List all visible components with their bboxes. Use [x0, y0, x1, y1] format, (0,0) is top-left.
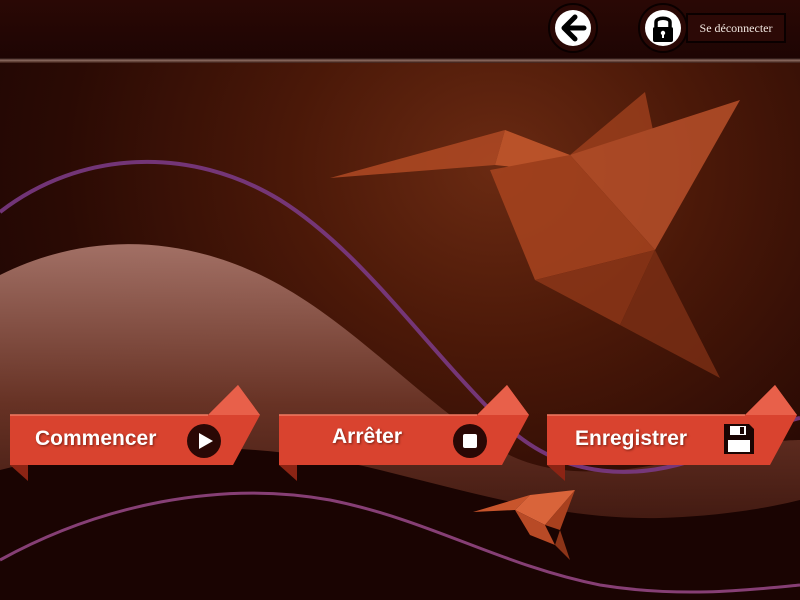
logout-button[interactable]: Se déconnecter — [686, 13, 786, 43]
start-button-label: Commencer — [35, 427, 157, 450]
save-button-label: Enregistrer — [575, 427, 688, 450]
play-icon — [187, 424, 221, 458]
stop-button[interactable]: Arrêter — [277, 385, 532, 485]
padlock-icon — [645, 10, 681, 46]
ribbon-shape — [279, 385, 529, 481]
start-button[interactable]: Commencer — [8, 385, 263, 485]
stop-icon — [453, 424, 487, 458]
background-artwork — [0, 92, 800, 600]
app-screen: Se déconnecter Commencer Arrêter Enregis… — [0, 0, 800, 600]
top-divider — [0, 58, 800, 63]
arrow-left-icon — [555, 10, 591, 46]
stop-button-label: Arrêter — [332, 425, 403, 448]
back-button[interactable] — [548, 3, 598, 53]
origami-bird-large — [330, 92, 740, 378]
save-button[interactable]: Enregistrer — [545, 385, 800, 485]
floppy-disk-icon — [724, 424, 754, 454]
lock-icon-button[interactable] — [638, 3, 688, 53]
